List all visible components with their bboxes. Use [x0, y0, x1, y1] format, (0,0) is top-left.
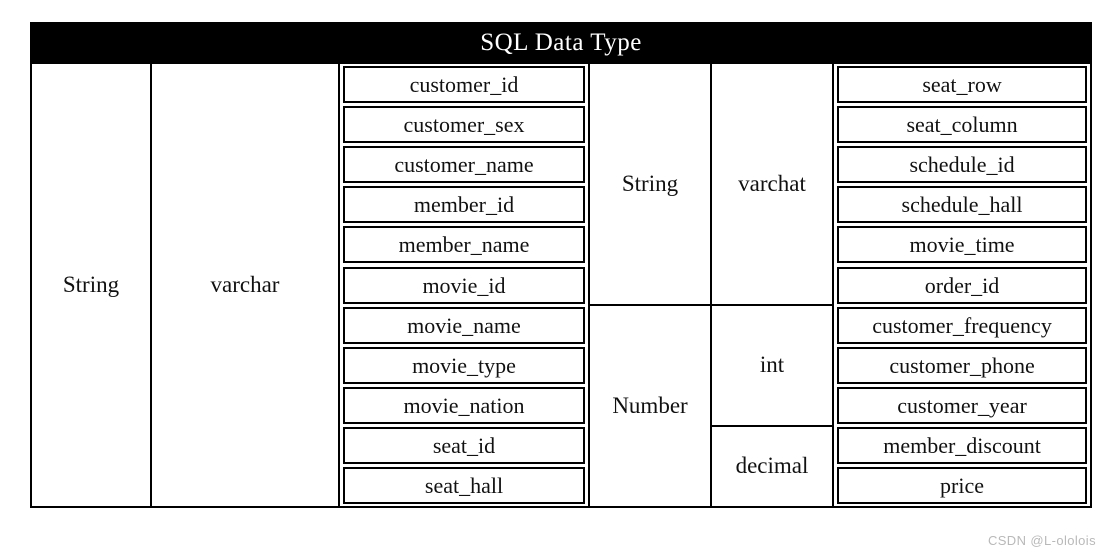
right-field-label: customer_frequency: [837, 306, 1088, 344]
left-field-cell: movie_type: [338, 345, 590, 386]
right-field-cell: schedule_id: [831, 144, 1093, 185]
left-field-label: movie_type: [343, 346, 585, 384]
right-field-label: seat_row: [837, 65, 1088, 103]
right-field-cell: member_discount: [831, 425, 1093, 466]
left-field-label: customer_sex: [343, 105, 585, 143]
right-field-cell: customer_year: [831, 385, 1093, 426]
right-sql-type-label-decimal: decimal: [710, 424, 834, 509]
left-field-cell: member_name: [338, 224, 590, 265]
sql-data-type-table: SQL Data Type String varchar customer_id…: [29, 22, 1093, 509]
left-field-label: member_name: [343, 226, 585, 264]
right-sql-type-label-int: int: [710, 304, 834, 427]
left-field-label: member_id: [343, 186, 585, 224]
right-field-cell: movie_time: [831, 224, 1093, 265]
right-field-label: seat_column: [837, 105, 1088, 143]
sql-data-type-table-container: SQL Data Type String varchar customer_id…: [29, 22, 1093, 509]
right-field-cell: customer_frequency: [831, 305, 1093, 346]
table-header-row: SQL Data Type: [29, 22, 1093, 64]
right-field-cell: price: [831, 465, 1093, 508]
right-field-label: customer_phone: [837, 346, 1088, 384]
left-sql-type-label: varchar: [150, 61, 340, 509]
right-field-label: member_discount: [837, 427, 1088, 465]
right-field-cell: order_id: [831, 264, 1093, 306]
left-field-cell: member_id: [338, 184, 590, 225]
right-sql-type-label-varchat: varchat: [710, 61, 834, 307]
left-field-cell: customer_name: [338, 144, 590, 185]
left-field-label: movie_id: [343, 266, 585, 304]
left-field-cell: movie_id: [338, 264, 590, 306]
left-type-label: String: [30, 61, 152, 509]
right-field-label: order_id: [837, 266, 1088, 304]
right-field-cell: seat_row: [831, 63, 1093, 105]
right-field-cell: seat_column: [831, 104, 1093, 145]
right-field-label: price: [837, 467, 1088, 505]
right-type-label-number: Number: [588, 304, 712, 509]
table-title: SQL Data Type: [29, 22, 1093, 64]
right-field-cell: schedule_hall: [831, 184, 1093, 225]
left-field-label: movie_name: [343, 306, 585, 344]
right-field-cell: customer_phone: [831, 345, 1093, 386]
left-field-label: seat_id: [343, 427, 585, 465]
right-field-label: customer_year: [837, 387, 1088, 425]
right-field-label: movie_time: [837, 226, 1088, 264]
right-type-label-string: String: [588, 61, 712, 307]
csdn-watermark: CSDN @L-ololois: [987, 533, 1096, 548]
right-field-label: schedule_hall: [837, 186, 1088, 224]
table-row: String varchar customer_id String varcha…: [30, 61, 1093, 509]
left-field-cell: movie_nation: [338, 385, 590, 426]
left-field-label: customer_id: [343, 65, 585, 103]
left-field-label: seat_hall: [343, 467, 585, 505]
left-field-cell: seat_hall: [338, 465, 590, 508]
left-field-label: movie_nation: [343, 387, 585, 425]
left-field-cell: customer_id: [338, 63, 590, 105]
left-field-cell: customer_sex: [338, 104, 590, 145]
left-field-cell: seat_id: [338, 425, 590, 466]
left-field-label: customer_name: [343, 145, 585, 183]
right-field-label: schedule_id: [837, 145, 1088, 183]
left-field-cell: movie_name: [338, 305, 590, 346]
